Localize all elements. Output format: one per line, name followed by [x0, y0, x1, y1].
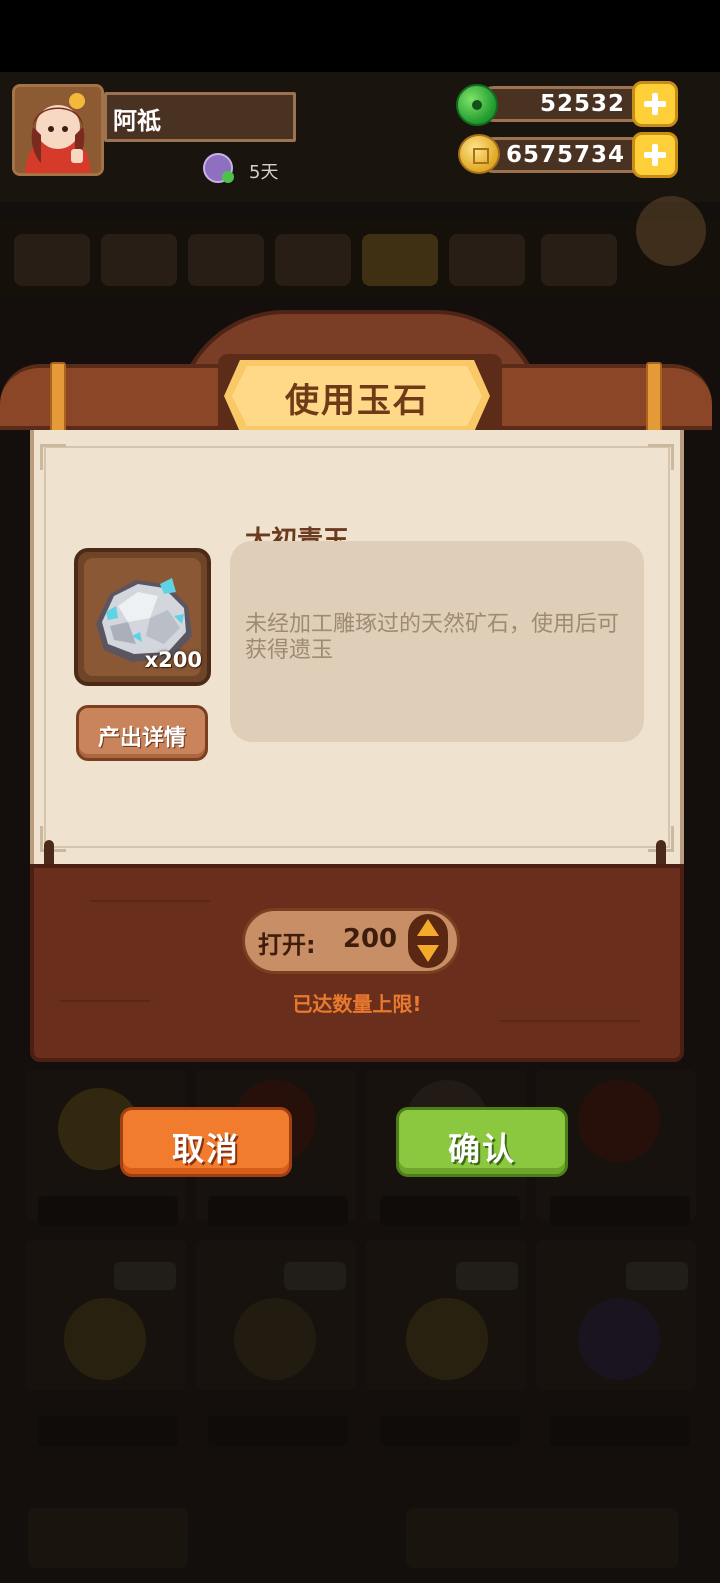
jade-currency-bar: 52532	[476, 86, 640, 122]
item-count: x200	[144, 648, 202, 672]
quantity-arrows[interactable]	[408, 914, 448, 968]
online-dot-icon	[222, 171, 234, 183]
wood-grain	[500, 1020, 640, 1022]
increase-arrow-icon[interactable]	[417, 919, 439, 936]
output-details-label: 产出详情	[97, 726, 186, 751]
add-coins-button[interactable]	[632, 132, 678, 178]
scroll-peg-left	[50, 362, 66, 438]
side-menu-icon	[636, 196, 706, 266]
avatar-portrait-icon	[15, 87, 101, 173]
corner-ornament	[648, 444, 674, 470]
confirm-label: 确认	[447, 1130, 516, 1168]
login-days: 5天	[249, 162, 279, 183]
limit-warning: 已达数量上限!	[292, 992, 422, 1016]
status-bar	[0, 0, 720, 72]
open-label: 打开:	[258, 931, 316, 959]
player-name-box: 阿祗	[104, 92, 296, 142]
coin-currency-icon	[458, 134, 500, 174]
coin-amount: 6575734	[505, 142, 625, 168]
add-jade-button[interactable]	[632, 81, 678, 127]
output-details-button[interactable]: 产出详情	[76, 705, 208, 761]
login-days-icon	[203, 153, 234, 183]
player-avatar[interactable]	[12, 84, 104, 176]
corner-ornament	[40, 444, 66, 470]
jade-currency-icon	[456, 84, 498, 126]
cancel-button[interactable]: 取消	[120, 1107, 292, 1177]
wood-grain	[90, 900, 210, 902]
jade-amount: 52532	[539, 91, 625, 117]
player-name: 阿祗	[113, 107, 161, 135]
dialog-title: 使用玉石	[285, 381, 429, 421]
decrease-arrow-icon[interactable]	[417, 945, 439, 962]
confirm-button[interactable]: 确认	[396, 1107, 568, 1177]
scroll-peg-right	[646, 362, 662, 438]
open-quantity-value[interactable]: 200	[332, 924, 408, 954]
coin-currency-bar: 6575734	[476, 137, 640, 173]
item-description: 未经加工雕琢过的天然矿石，使用后可获得遗玉	[245, 612, 620, 663]
cancel-label: 取消	[171, 1130, 240, 1168]
